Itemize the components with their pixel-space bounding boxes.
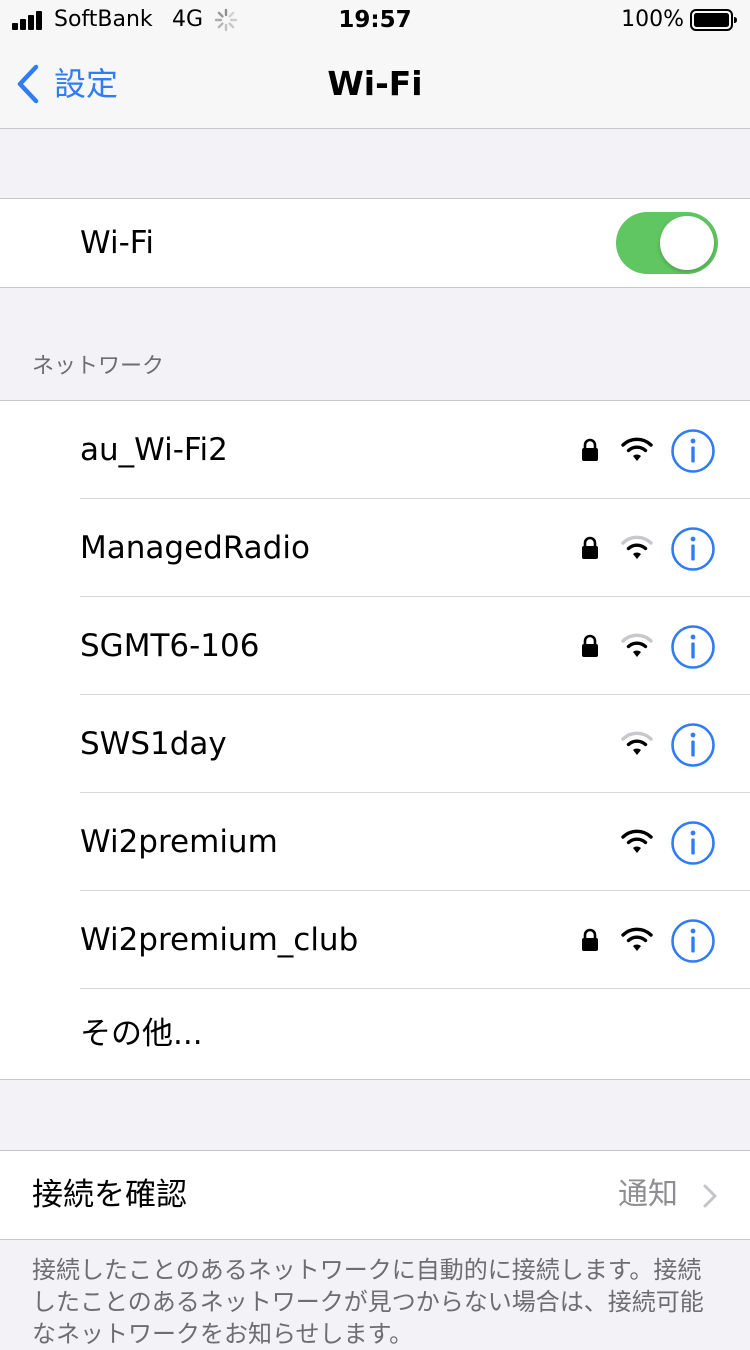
network-name: SGMT6-106 xyxy=(80,628,260,664)
lock-icon xyxy=(582,634,598,657)
wifi-signal-icon xyxy=(621,829,653,853)
info-icon[interactable] xyxy=(670,820,716,866)
info-icon[interactable] xyxy=(670,428,716,474)
wifi-signal-icon xyxy=(621,633,653,657)
network-name: SWS1day xyxy=(80,726,227,762)
status-bar: SoftBank 4G 19:57 100% xyxy=(0,0,750,40)
info-icon[interactable] xyxy=(670,918,716,964)
ask-to-join-label: 接続を確認 xyxy=(32,1177,187,1213)
ask-to-join-row[interactable]: 接続を確認 通知 xyxy=(0,1151,750,1239)
network-row-sws1day[interactable]: SWS1day xyxy=(0,695,750,793)
wifi-signal-icon xyxy=(621,927,653,951)
network-name: Wi2premium xyxy=(80,824,278,860)
networks-list: au_Wi-Fi2 ManagedRadio SGMT6-106 SWS1day… xyxy=(0,400,750,1080)
lock-icon xyxy=(582,928,598,951)
wifi-toggle-switch[interactable] xyxy=(616,212,718,274)
wifi-signal-icon xyxy=(621,535,653,559)
network-row-au-wi-fi2[interactable]: au_Wi-Fi2 xyxy=(0,401,750,499)
wifi-toggle-group: Wi-Fi xyxy=(0,198,750,288)
network-row-managedradio[interactable]: ManagedRadio xyxy=(0,499,750,597)
wifi-signal-icon xyxy=(621,731,653,755)
chevron-right-icon xyxy=(703,1184,717,1208)
info-icon[interactable] xyxy=(670,624,716,670)
battery-full-icon xyxy=(690,9,737,31)
ask-to-join-value: 通知 xyxy=(618,1177,678,1212)
other-network-label: その他... xyxy=(80,1016,203,1052)
network-row-wi2premium-club[interactable]: Wi2premium_club xyxy=(0,891,750,989)
navigation-bar: 設定 Wi-Fi xyxy=(0,40,750,129)
lock-icon xyxy=(582,438,598,461)
info-icon[interactable] xyxy=(670,526,716,572)
network-name: ManagedRadio xyxy=(80,530,310,566)
lock-icon xyxy=(582,536,598,559)
network-name: Wi2premium_club xyxy=(80,922,359,958)
other-network-row[interactable]: その他... xyxy=(0,989,750,1079)
ask-to-join-description: 接続したことのあるネットワークに自動的に接続します。接続したことのあるネットワー… xyxy=(32,1256,704,1348)
network-row-sgmt6-106[interactable]: SGMT6-106 xyxy=(0,597,750,695)
wifi-signal-icon xyxy=(621,437,653,461)
wifi-toggle-label: Wi-Fi xyxy=(80,225,154,261)
battery-percent: 100% xyxy=(621,7,684,32)
network-name: au_Wi-Fi2 xyxy=(80,432,228,468)
network-row-wi2premium[interactable]: Wi2premium xyxy=(0,793,750,891)
toggle-knob xyxy=(660,216,714,270)
page-title: Wi-Fi xyxy=(327,64,423,103)
ask-to-join-group: 接続を確認 通知 xyxy=(0,1150,750,1240)
networks-section-header: ネットワーク xyxy=(32,354,165,379)
info-icon[interactable] xyxy=(670,722,716,768)
wifi-toggle-row: Wi-Fi xyxy=(0,199,750,287)
